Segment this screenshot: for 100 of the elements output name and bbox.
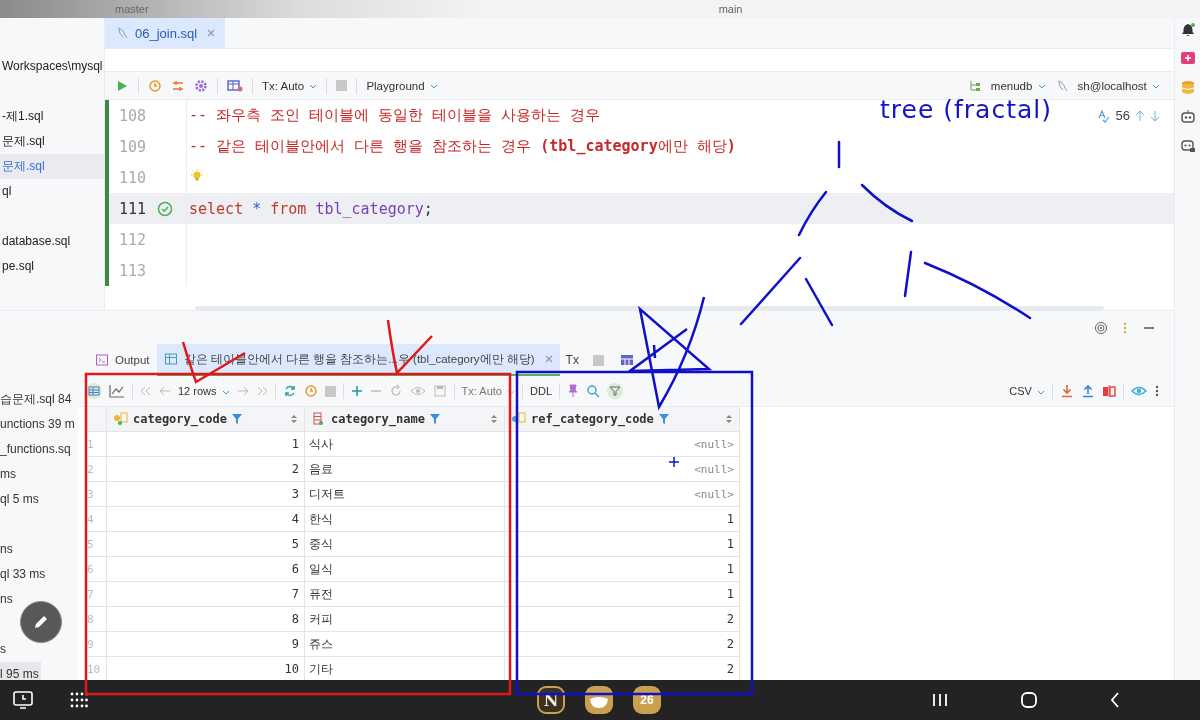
target-icon[interactable] (1094, 320, 1108, 335)
back-icon[interactable] (1108, 691, 1122, 709)
more-icon[interactable] (1154, 384, 1160, 398)
eye-icon[interactable] (1131, 384, 1147, 398)
settings-icon[interactable] (194, 78, 208, 93)
bowl-app-icon[interactable] (585, 686, 613, 714)
previous-page-icon[interactable] (159, 386, 171, 396)
sort-icon[interactable] (725, 413, 733, 425)
service-item[interactable]: unctions 39 m (0, 412, 77, 437)
filter-icon[interactable] (428, 413, 441, 425)
table-cell: 1 (505, 532, 740, 556)
plus-square-icon[interactable] (1179, 51, 1196, 67)
table-cell: 4 (107, 507, 305, 531)
filter-icon[interactable] (607, 383, 623, 399)
table-view-icon[interactable] (86, 383, 102, 399)
transaction-mode-dropdown[interactable]: Tx: Auto (461, 385, 515, 397)
service-item[interactable]: ns (0, 587, 15, 612)
database-icon[interactable] (1179, 80, 1196, 96)
datasource-dropdown[interactable]: sh@localhost (1077, 79, 1160, 92)
stop-icon[interactable] (336, 80, 348, 91)
result-tab[interactable]: Output (88, 344, 157, 376)
table-cell: 식사 (305, 432, 505, 456)
column-header[interactable]: category_code (107, 407, 305, 431)
column-header[interactable]: category_name (305, 407, 505, 431)
branch-name[interactable]: main (718, 3, 743, 15)
lightbulb-icon[interactable] (189, 167, 205, 184)
schema-dropdown[interactable]: menudb (990, 79, 1046, 92)
export-format-dropdown[interactable]: CSV (1009, 385, 1045, 397)
sliders-icon[interactable] (171, 78, 185, 93)
service-item[interactable]: ns (0, 537, 15, 562)
stop-icon[interactable] (592, 354, 604, 366)
row-count-dropdown[interactable]: 12 rows (178, 385, 230, 397)
next-page-icon[interactable] (236, 386, 249, 396)
project-file-item[interactable]: 문제.sql (0, 154, 104, 179)
project-file-item[interactable]: ql (0, 179, 104, 204)
refresh-icon[interactable] (282, 384, 297, 398)
sort-icon[interactable] (490, 413, 498, 425)
table-cell: 7 (107, 582, 305, 606)
table-cell: 퓨전 (305, 582, 505, 606)
close-icon[interactable] (207, 29, 216, 37)
robot-chat-icon[interactable] (1179, 138, 1196, 154)
recents-icon[interactable] (930, 691, 950, 709)
sort-icon[interactable] (290, 413, 298, 425)
bell-icon[interactable] (1179, 22, 1196, 38)
foreign-key-column-icon (511, 412, 527, 426)
download-icon[interactable] (1060, 384, 1074, 398)
table-cell: 1 (107, 432, 305, 456)
screen-clock-icon[interactable] (12, 690, 34, 710)
add-row-icon[interactable] (350, 385, 363, 397)
chart-icon[interactable] (109, 384, 125, 398)
line-number: 108 (119, 106, 148, 125)
search-icon[interactable] (586, 384, 600, 398)
table-cell: 5 (107, 532, 305, 556)
layout-icon[interactable] (619, 353, 634, 367)
session-dropdown[interactable]: Playground (366, 79, 438, 92)
project-file-item[interactable]: database.sql (0, 229, 104, 254)
transaction-mode-dropdown[interactable]: Tx: Auto (262, 79, 318, 92)
service-item[interactable]: _functions.sq (0, 437, 73, 462)
service-item[interactable]: l 95 ms (0, 662, 41, 680)
filter-icon[interactable] (230, 413, 243, 425)
service-item[interactable]: ms (0, 462, 18, 487)
first-page-icon[interactable] (140, 386, 152, 396)
eye-icon[interactable] (409, 384, 426, 398)
table-cell: 9 (107, 632, 305, 656)
chevron-down-icon (507, 389, 515, 395)
home-icon[interactable] (1020, 691, 1038, 709)
compare-icon[interactable] (1102, 384, 1116, 398)
previous-arrow-icon[interactable] (1135, 109, 1145, 122)
row-number: 4 (85, 507, 107, 531)
project-file-item[interactable]: 문제.sql (0, 129, 104, 154)
project-file-item[interactable]: Workspaces\mysql (0, 54, 104, 79)
pin-icon[interactable] (567, 384, 579, 398)
service-item[interactable]: ql 33 ms (0, 562, 48, 587)
upload-icon[interactable] (1081, 384, 1095, 398)
ddl-button[interactable]: DDL (530, 385, 552, 397)
filter-icon[interactable] (657, 413, 670, 425)
last-page-icon[interactable] (255, 386, 268, 396)
table-cell: <null> (505, 482, 740, 506)
run-icon[interactable] (115, 78, 129, 93)
close-icon[interactable] (544, 355, 553, 363)
history-icon[interactable] (303, 384, 318, 398)
table-cell: 2 (505, 632, 740, 656)
table-icon[interactable] (227, 78, 243, 93)
transaction-button[interactable]: Tx (565, 353, 579, 367)
project-file-item[interactable]: -제1.sql (0, 104, 104, 129)
service-item[interactable]: 습문제.sql 84 (0, 387, 74, 412)
line-number: 109 (119, 137, 148, 156)
file-tab[interactable]: 06_join.sql (105, 18, 226, 48)
project-file-item[interactable]: pe.sql (0, 254, 104, 279)
next-arrow-icon[interactable] (1150, 109, 1160, 122)
inspection-widget[interactable]: 56 (1096, 108, 1160, 123)
save-icon[interactable] (432, 384, 447, 398)
service-item[interactable]: ql 5 ms (0, 487, 41, 512)
stop-icon[interactable] (324, 385, 336, 397)
robot-icon[interactable] (1179, 109, 1196, 125)
history-icon[interactable] (148, 78, 162, 93)
service-item[interactable]: s (0, 637, 8, 662)
revert-icon[interactable] (388, 384, 403, 398)
column-header[interactable]: ref_category_code (505, 407, 740, 431)
apps-grid-icon[interactable] (70, 691, 88, 709)
